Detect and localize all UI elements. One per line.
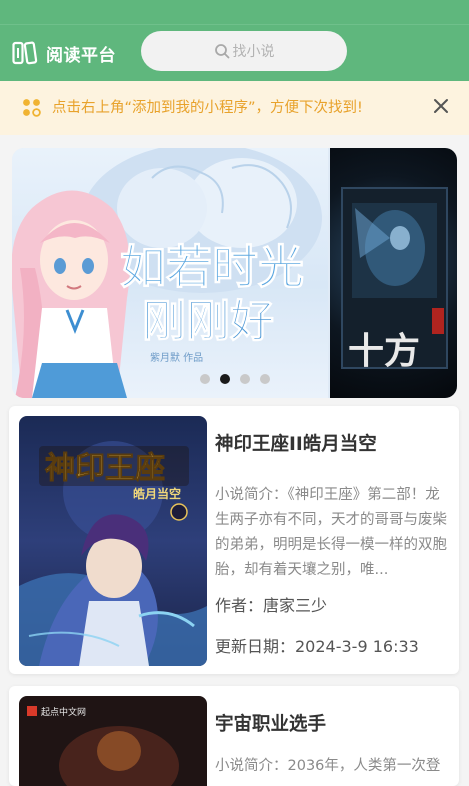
top-band xyxy=(0,0,469,25)
banner-art-2: 十方 xyxy=(341,187,448,372)
banner-title-2: 刚刚好 xyxy=(142,296,274,347)
book-icon xyxy=(12,41,38,65)
search-icon xyxy=(214,44,229,59)
brand: 阅读平台 xyxy=(12,39,116,67)
banner-carousel[interactable]: 如若时光 刚刚好 紫月默 作品 十方 xyxy=(12,148,457,398)
search-placeholder: 找小说 xyxy=(232,44,275,60)
notice-bar: 点击右上角“添加到我的小程序”，方便下次找到! xyxy=(0,81,469,135)
banner-title-1: 如若时光 xyxy=(120,240,304,294)
carousel-dot[interactable] xyxy=(260,374,270,384)
cover-badge: 起点中文网 xyxy=(41,706,86,718)
book-card[interactable]: 起点中文网 宇宙职业选手 小说简介：2036年，人类第一次登 xyxy=(9,686,459,786)
app-title: 阅读平台 xyxy=(46,45,116,66)
banner-slide-shifang[interactable]: 十方 xyxy=(330,148,457,398)
book-title[interactable]: 神印王座II皓月当空 xyxy=(215,430,377,456)
book-description: 小说简介：2036年，人类第一次登 xyxy=(215,758,441,774)
book-card[interactable]: 神印王座 皓月当空 神印王座II皓月当空 小说简介：《神印王座》第二部！龙生两子… xyxy=(9,406,459,674)
banner-title-3: 十方 xyxy=(348,330,420,372)
mini-program-icon xyxy=(23,99,41,117)
carousel-dot-active[interactable] xyxy=(220,374,230,384)
search-bar[interactable]: 找小说 xyxy=(141,31,347,71)
book-cover[interactable]: 起点中文网 xyxy=(19,696,207,786)
carousel-dot[interactable] xyxy=(200,374,210,384)
app-header: 阅读平台 找小说 xyxy=(0,25,469,81)
cover-title: 神印王座 xyxy=(45,451,165,486)
book-description: 小说简介：《神印王座》第二部！龙生两子亦有不同，天才的哥哥与废柴的弟弟，明明是长… xyxy=(215,487,447,578)
book-author: 作者：唐家三少 xyxy=(215,596,328,615)
banner-art: 如若时光 刚刚好 紫月默 作品 xyxy=(12,148,322,398)
notice-text: 点击右上角“添加到我的小程序”，方便下次找到! xyxy=(52,100,363,116)
banner-slide-ruoshiguang[interactable]: 如若时光 刚刚好 紫月默 作品 xyxy=(12,148,328,398)
cover-subtitle: 皓月当空 xyxy=(133,486,181,501)
book-update-date: 更新日期：2024-3-9 16:33 xyxy=(215,637,419,656)
book-cover[interactable]: 神印王座 皓月当空 xyxy=(19,416,207,666)
banner-author: 紫月默 作品 xyxy=(150,352,203,364)
carousel-dot[interactable] xyxy=(240,374,250,384)
book-title[interactable]: 宇宙职业选手 xyxy=(215,710,326,736)
close-icon[interactable] xyxy=(430,95,452,117)
carousel-dots xyxy=(200,374,270,384)
